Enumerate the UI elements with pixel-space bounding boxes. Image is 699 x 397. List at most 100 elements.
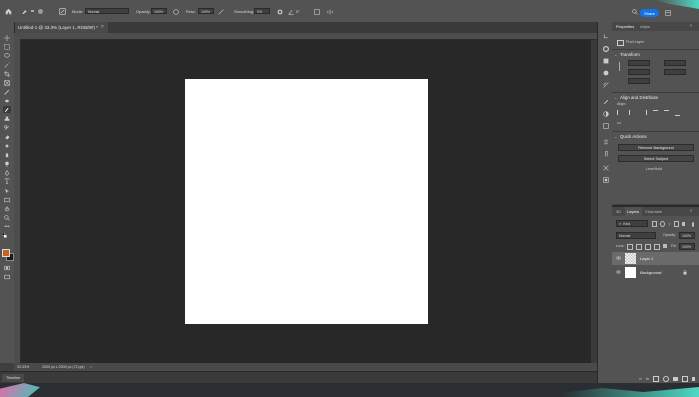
search-icon[interactable] [631, 8, 638, 15]
gradients-icon[interactable] [602, 69, 609, 76]
transform-h-field[interactable] [628, 69, 650, 75]
new-layer-icon[interactable] [682, 375, 688, 382]
lock-image-icon[interactable] [636, 244, 642, 250]
zoom-level[interactable]: 33.33% [17, 363, 29, 371]
tab-adjustments[interactable]: Adjus [640, 24, 650, 29]
properties-icon[interactable] [602, 138, 609, 145]
new-group-icon[interactable] [673, 376, 678, 381]
quick-mask-icon[interactable] [3, 264, 11, 271]
path-selection-tool-icon[interactable] [3, 187, 11, 194]
tab-properties[interactable]: Properties [616, 24, 634, 29]
align-right-icon[interactable] [641, 110, 647, 115]
magic-wand-tool-icon[interactable] [3, 61, 11, 68]
lock-transparent-icon[interactable] [627, 244, 633, 250]
airbrush-icon[interactable] [217, 8, 224, 15]
screen-mode-icon[interactable] [3, 273, 11, 280]
lock-position-icon[interactable] [645, 244, 651, 250]
layer-name[interactable]: Layer 1 [640, 256, 653, 261]
brush-settings-icon[interactable] [58, 7, 66, 15]
patterns-icon[interactable] [602, 81, 609, 88]
filter-pixel-icon[interactable] [652, 221, 658, 227]
chevron-down-icon[interactable] [31, 10, 34, 14]
flow-field[interactable]: 100% [198, 8, 214, 14]
layer-comps-icon[interactable] [602, 176, 609, 183]
layer-filter-select[interactable]: ⌕ Kind [616, 220, 648, 227]
lock-all-icon[interactable] [663, 244, 667, 248]
adjustments-icon[interactable] [602, 110, 609, 117]
tab-channels[interactable]: Channels [645, 209, 662, 214]
rectangle-tool-icon[interactable] [3, 196, 11, 203]
remove-background-button[interactable]: Remove Background [618, 144, 694, 151]
fill-field[interactable]: 100% [679, 243, 695, 250]
more-options-icon[interactable]: ••• [617, 120, 621, 125]
smoothing-field[interactable]: 0% [254, 8, 270, 14]
chevron-down-icon[interactable]: ⌄ [614, 134, 617, 139]
align-middle-icon[interactable] [664, 110, 669, 116]
link-layers-icon[interactable]: ∞ [639, 376, 642, 381]
libraries-icon[interactable] [602, 122, 609, 129]
document-canvas[interactable] [185, 79, 428, 324]
transform-angle-field[interactable] [628, 78, 650, 84]
filter-type-icon[interactable]: T [668, 222, 670, 227]
eraser-tool-icon[interactable] [3, 133, 11, 140]
healing-brush-tool-icon[interactable] [3, 97, 11, 104]
dodge-tool-icon[interactable] [3, 160, 11, 167]
pressure-size-icon[interactable] [313, 8, 320, 15]
paragraph-icon[interactable] [602, 150, 609, 157]
layer-style-icon[interactable]: fx [646, 376, 649, 381]
align-header[interactable]: Align and Distribute [620, 95, 658, 100]
lock-artboard-icon[interactable] [654, 244, 660, 250]
quick-actions-header[interactable]: Quick Actions [620, 134, 647, 139]
more-tools-icon[interactable]: ••• [3, 223, 11, 230]
filter-shape-icon[interactable] [673, 221, 679, 227]
align-center-icon[interactable] [629, 110, 635, 115]
less-link[interactable]: Less/Hold [646, 167, 662, 171]
chevron-down-icon[interactable]: ⌄ [614, 52, 617, 57]
align-left-icon[interactable] [617, 110, 623, 115]
gear-icon[interactable] [276, 8, 283, 15]
brush-size-icon[interactable] [38, 9, 43, 14]
new-adjustment-icon[interactable] [663, 375, 669, 382]
transform-y-field[interactable] [664, 69, 686, 75]
crop-tool-icon[interactable] [3, 70, 11, 77]
status-chevron-icon[interactable]: > [90, 363, 92, 371]
symmetry-icon[interactable] [326, 8, 333, 15]
brushes-icon[interactable] [602, 98, 609, 105]
zoom-tool-icon[interactable] [3, 214, 11, 221]
home-icon[interactable] [4, 7, 12, 15]
hand-tool-icon[interactable] [3, 205, 11, 212]
align-bottom-icon[interactable] [675, 110, 680, 116]
align-top-icon[interactable] [653, 110, 658, 116]
mode-select[interactable]: Normal [85, 8, 129, 14]
filter-toggle-icon[interactable] [691, 221, 694, 227]
blend-mode-select[interactable]: Normal [616, 232, 656, 239]
pressure-opacity-icon[interactable] [172, 8, 179, 15]
color-icon[interactable] [602, 45, 609, 52]
tab-3d[interactable]: 3D [616, 209, 621, 214]
brush-tool-preset-icon[interactable] [20, 7, 28, 15]
pen-tool-icon[interactable] [3, 169, 11, 176]
frame-tool-icon[interactable] [3, 79, 11, 86]
paint-bucket-tool-icon[interactable] [3, 142, 11, 149]
marquee-tool-icon[interactable] [3, 43, 11, 50]
brush-tool-icon[interactable] [3, 106, 11, 113]
tools-cross-icon[interactable] [602, 164, 609, 171]
layer-opacity-field[interactable]: 100% [679, 232, 695, 239]
trash-icon[interactable] [692, 376, 695, 381]
link-icon[interactable] [619, 62, 623, 71]
filter-adjustment-icon[interactable] [660, 221, 666, 227]
foreground-color-swatch[interactable] [2, 249, 10, 257]
layer-name[interactable]: Background [640, 270, 661, 275]
type-tool-icon[interactable]: T [3, 178, 11, 186]
transform-w-field[interactable] [628, 60, 650, 66]
visibility-eye-icon[interactable] [616, 270, 621, 274]
timeline-tab[interactable]: Timeline [2, 374, 25, 382]
opacity-field[interactable]: 100% [151, 8, 167, 14]
panel-menu-icon[interactable]: ≡ [690, 208, 692, 213]
blur-tool-icon[interactable] [3, 151, 11, 158]
add-mask-icon[interactable] [653, 375, 659, 382]
layer-row-background[interactable]: Background [612, 266, 699, 279]
transform-x-field[interactable] [664, 60, 686, 66]
select-subject-button[interactable]: Select Subject [618, 155, 694, 162]
tab-layers[interactable]: Layers [627, 209, 639, 214]
